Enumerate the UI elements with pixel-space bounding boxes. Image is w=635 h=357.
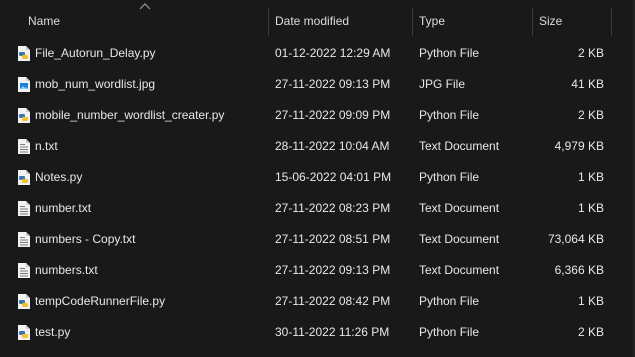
file-date-modified: 27-11-2022 08:51 PM	[275, 232, 391, 246]
file-type: Python File	[419, 108, 480, 122]
column-divider[interactable]	[268, 8, 269, 36]
file-date-modified: 27-11-2022 09:09 PM	[275, 108, 391, 122]
sort-ascending-icon	[139, 3, 151, 10]
text-file-icon	[16, 262, 32, 279]
file-name: numbers - Copy.txt	[35, 232, 136, 246]
file-name: File_Autorun_Delay.py	[35, 46, 156, 60]
file-size: 6,366 KB	[554, 263, 604, 277]
column-header-type[interactable]: Type	[419, 0, 445, 38]
file-name: n.txt	[35, 139, 58, 153]
file-size: 73,064 KB	[547, 232, 604, 246]
file-size: 2 KB	[577, 46, 604, 60]
file-date-modified: 27-11-2022 09:13 PM	[275, 263, 391, 277]
file-row[interactable]: tempCodeRunnerFile.py 27-11-2022 08:42 P…	[0, 286, 635, 317]
file-size: 2 KB	[577, 325, 604, 339]
image-file-icon	[16, 76, 32, 93]
file-name: mobile_number_wordlist_creater.py	[35, 108, 225, 122]
file-date-modified: 01-12-2022 12:29 AM	[275, 46, 391, 60]
file-date-modified: 27-11-2022 08:23 PM	[275, 201, 391, 215]
file-type: Text Document	[419, 232, 500, 246]
file-row[interactable]: n.txt 28-11-2022 10:04 AM Text Document …	[0, 131, 635, 162]
file-type: Python File	[419, 294, 480, 308]
column-header-date-modified[interactable]: Date modified	[275, 0, 349, 38]
file-type: Text Document	[419, 139, 500, 153]
file-name: numbers.txt	[35, 263, 98, 277]
file-date-modified: 15-06-2022 04:01 PM	[275, 170, 392, 184]
column-header-name[interactable]: Name	[28, 0, 60, 38]
file-row[interactable]: mobile_number_wordlist_creater.py 27-11-…	[0, 100, 635, 131]
file-row[interactable]: numbers - Copy.txt 27-11-2022 08:51 PM T…	[0, 224, 635, 255]
file-size: 1 KB	[577, 170, 604, 184]
file-size: 1 KB	[577, 201, 604, 215]
text-file-icon	[16, 231, 32, 248]
file-row[interactable]: Notes.py 15-06-2022 04:01 PM Python File…	[0, 162, 635, 193]
text-file-icon	[16, 200, 32, 217]
python-file-icon	[16, 107, 32, 124]
column-divider[interactable]	[611, 8, 612, 36]
file-type: Python File	[419, 325, 480, 339]
file-row[interactable]: mob_num_wordlist.jpg 27-11-2022 09:13 PM…	[0, 69, 635, 100]
file-name: number.txt	[35, 201, 92, 215]
file-size: 2 KB	[577, 108, 604, 122]
file-name: tempCodeRunnerFile.py	[35, 294, 166, 308]
file-date-modified: 28-11-2022 10:04 AM	[275, 139, 390, 153]
file-row[interactable]: number.txt 27-11-2022 08:23 PM Text Docu…	[0, 193, 635, 224]
file-name: test.py	[35, 325, 71, 339]
file-size: 4,979 KB	[554, 139, 604, 153]
file-name: Notes.py	[35, 170, 83, 184]
file-name: mob_num_wordlist.jpg	[35, 77, 156, 91]
file-row[interactable]: numbers.txt 27-11-2022 09:13 PM Text Doc…	[0, 255, 635, 286]
python-file-icon	[16, 324, 32, 341]
column-divider[interactable]	[532, 8, 533, 36]
file-size: 41 KB	[571, 77, 604, 91]
file-size: 1 KB	[577, 294, 604, 308]
file-row[interactable]: test.py 30-11-2022 11:26 PM Python File …	[0, 317, 635, 348]
file-date-modified: 27-11-2022 09:13 PM	[275, 77, 391, 91]
python-file-icon	[16, 293, 32, 310]
python-file-icon	[16, 45, 32, 62]
file-date-modified: 27-11-2022 08:42 PM	[275, 294, 391, 308]
file-type: Text Document	[419, 263, 500, 277]
file-type: Python File	[419, 170, 480, 184]
python-file-icon	[16, 169, 32, 186]
text-file-icon	[16, 138, 32, 155]
file-list-view: Name Date modified Type Size File_Autoru…	[0, 0, 635, 357]
column-header-bar: Name Date modified Type Size	[0, 0, 635, 38]
file-type: Python File	[419, 46, 480, 60]
file-date-modified: 30-11-2022 11:26 PM	[275, 325, 390, 339]
file-row[interactable]: File_Autorun_Delay.py 01-12-2022 12:29 A…	[0, 38, 635, 69]
file-type: Text Document	[419, 201, 500, 215]
file-type: JPG File	[419, 77, 466, 91]
column-divider[interactable]	[412, 8, 413, 36]
column-header-size[interactable]: Size	[539, 0, 562, 38]
